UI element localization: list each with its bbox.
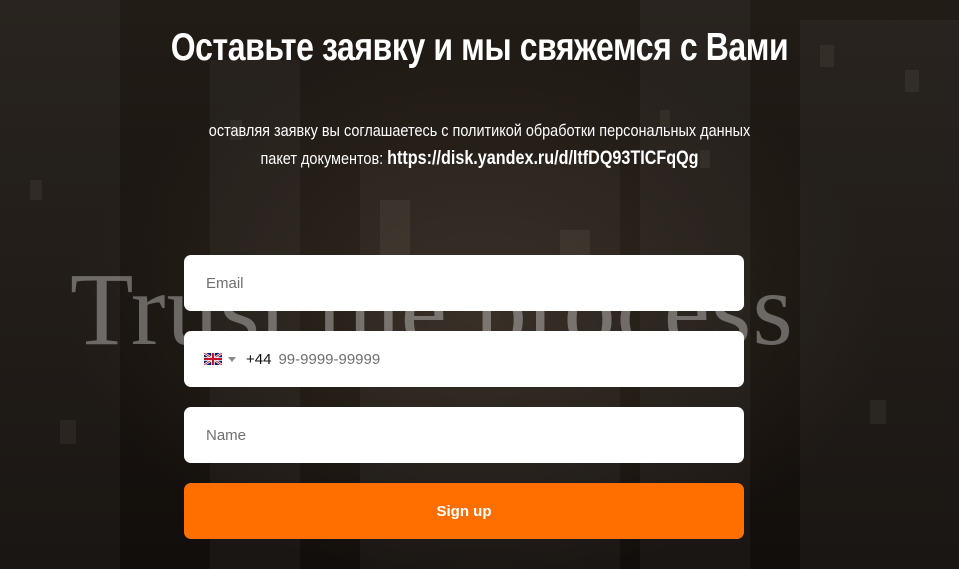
phone-field[interactable]: +44 — [184, 331, 744, 387]
consent-text: оставляя заявку вы соглашаетесь с полити… — [208, 121, 751, 140]
page-title: Оставьте заявку и мы свяжемся с Вами — [170, 26, 789, 69]
subtitle: оставляя заявку вы соглашаетесь с полити… — [72, 117, 887, 173]
email-input[interactable] — [204, 273, 744, 293]
sign-up-button[interactable]: Sign up — [184, 483, 744, 539]
documents-link[interactable]: https://disk.yandex.ru/d/ltfDQ93TICFqQg — [387, 148, 698, 169]
name-input[interactable] — [204, 425, 744, 445]
phone-input[interactable] — [276, 349, 744, 369]
name-field[interactable] — [184, 407, 744, 463]
documents-label: пакет документов: — [260, 149, 388, 168]
documents-line: пакет документов: https://disk.yandex.ru… — [72, 145, 887, 173]
email-field[interactable] — [184, 255, 744, 311]
dial-code: +44 — [246, 350, 272, 368]
uk-flag-icon[interactable] — [204, 353, 222, 365]
chevron-down-icon[interactable] — [228, 356, 236, 362]
